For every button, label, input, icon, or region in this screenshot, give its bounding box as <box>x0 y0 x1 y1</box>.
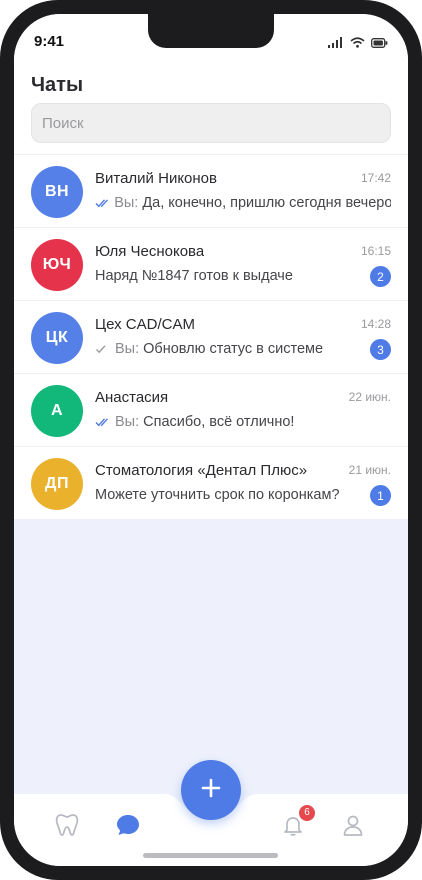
last-message: Вы: Да, конечно, пришлю сегодня вечером <box>95 195 391 211</box>
message-text: Обновлю статус в системе <box>143 341 324 357</box>
double-check-icon <box>95 198 112 208</box>
tab-profile[interactable] <box>338 812 368 842</box>
avatar: ВН <box>31 166 83 218</box>
notch <box>148 14 274 48</box>
avatar: ЦК <box>31 312 83 364</box>
chat-row[interactable]: А Анастасия 22 июн. Вы: Спасибо, всё отлично… <box>14 373 408 446</box>
search-box[interactable] <box>31 103 391 143</box>
avatar: А <box>31 385 83 437</box>
sender-label: Вы: <box>115 414 140 430</box>
signal-icon <box>328 35 344 53</box>
message-text: Можете уточнить срок по коронкам? <box>95 487 340 503</box>
unread-badge: 2 <box>370 266 391 287</box>
chat-name: Стоматология «Дентал Плюс» <box>95 462 308 479</box>
chat-row[interactable]: ДП Стоматология «Дентал Плюс» 21 июн. Может… <box>14 446 408 519</box>
chat-name: Анастасия <box>95 389 169 406</box>
chat-row[interactable]: ЦК Цех CAD/CAM 14:28 Вы: Обновлю статус в си… <box>14 300 408 373</box>
tooth-icon <box>54 812 80 843</box>
new-chat-button[interactable] <box>181 760 241 820</box>
message-text: Наряд №1847 готов к выдаче <box>95 268 293 284</box>
avatar: ЮЧ <box>31 239 83 291</box>
last-message: Наряд №1847 готов к выдаче <box>95 268 293 284</box>
tab-tooth[interactable] <box>52 812 82 842</box>
chat-row[interactable]: ВН Виталий Никонов 17:42 Вы: Да, конечно, пр… <box>14 154 408 227</box>
chat-name: Юля Чеснокова <box>95 243 205 260</box>
plus-icon <box>201 778 221 803</box>
screen: 9:41 Чаты ВНВиталий Никонов17:42Вы:Да, к… <box>14 14 408 866</box>
avatar: ДП <box>31 458 83 510</box>
last-message: Вы: Спасибо, всё отлично! <box>95 414 294 430</box>
last-message: Вы: Обновлю статус в системе <box>95 341 323 357</box>
search-input[interactable] <box>32 104 390 142</box>
chat-name: Цех CAD/CAM <box>95 316 195 333</box>
last-message: Можете уточнить срок по коронкам? <box>95 487 340 503</box>
double-check-icon <box>95 417 113 427</box>
chat-time: 21 июн. <box>348 463 391 477</box>
battery-icon <box>371 35 388 53</box>
bell-icon: 6 <box>281 804 315 842</box>
tab-chats[interactable] <box>113 812 143 842</box>
home-indicator <box>143 853 278 858</box>
sender-label: Вы: <box>115 341 140 357</box>
chat-icon <box>115 812 141 843</box>
chat-name: Виталий Никонов <box>95 170 217 187</box>
notification-count-badge: 6 <box>299 804 315 821</box>
chat-time: 16:15 <box>360 244 391 258</box>
unread-badge: 3 <box>370 339 391 360</box>
tab-notifications[interactable]: 6 <box>278 804 315 842</box>
unread-badge: 1 <box>370 485 391 506</box>
header: Чаты <box>14 66 408 154</box>
phone-frame: 9:41 Чаты ВНВиталий Никонов17:42Вы:Да, к… <box>0 0 422 880</box>
chat-time: 17:42 <box>360 171 391 185</box>
message-text: Спасибо, всё отлично! <box>143 414 295 430</box>
check-icon <box>95 344 113 354</box>
chat-row[interactable]: ЮЧ Юля Чеснокова 16:15 Наряд №1847 готов к … <box>14 227 408 300</box>
sender-label: Вы: <box>114 195 139 211</box>
chat-time: 14:28 <box>360 317 391 331</box>
wifi-icon <box>350 35 365 53</box>
chat-time: 22 июн. <box>348 390 391 404</box>
status-icons <box>328 35 388 53</box>
message-text: Да, конечно, пришлю сегодня вечером <box>142 195 391 211</box>
status-time: 9:41 <box>34 33 65 50</box>
chat-list: ВН Виталий Никонов 17:42 Вы: Да, конечно, пр… <box>14 154 408 519</box>
profile-icon <box>341 813 365 842</box>
page-title: Чаты <box>31 74 84 96</box>
